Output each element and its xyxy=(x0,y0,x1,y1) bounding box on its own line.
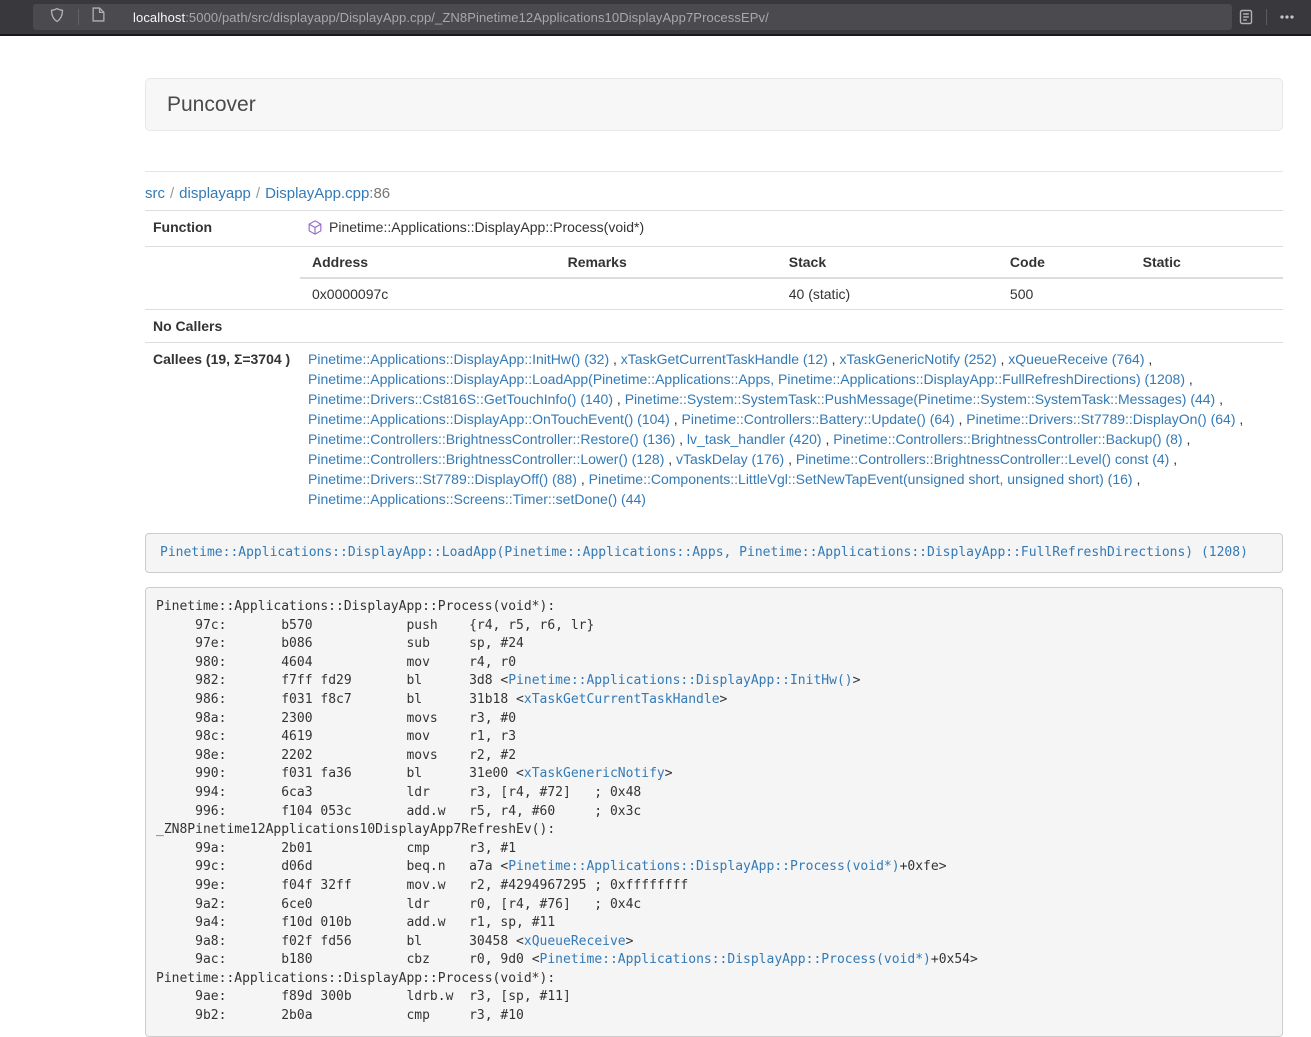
column-header-remarks: Remarks xyxy=(556,247,777,278)
callee-link[interactable]: Pinetime::Applications::DisplayApp::Load… xyxy=(308,371,1185,387)
callers-row: No Callers xyxy=(145,310,1283,343)
callee-link[interactable]: xQueueReceive (764) xyxy=(1008,351,1144,367)
callee-link[interactable]: Pinetime::Controllers::BrightnessControl… xyxy=(308,451,664,467)
function-info-table: Function Pinetime::Applications::Display… xyxy=(145,210,1283,515)
callees-label: Callees (19, Σ=3704 ) xyxy=(145,343,300,516)
stack-value: 40 (static) xyxy=(777,278,998,309)
details-empty-label xyxy=(145,247,300,310)
remarks-value xyxy=(556,278,777,309)
callee-link[interactable]: xTaskGenericNotify (252) xyxy=(839,351,996,367)
tracking-protection-shield-icon[interactable] xyxy=(49,7,65,28)
symbol-link[interactable]: Pinetime::Applications::DisplayApp::Proc… xyxy=(540,952,931,967)
browser-toolbar: localhost:5000/path/src/displayapp/Displ… xyxy=(0,0,1311,36)
column-header-stack: Stack xyxy=(777,247,998,278)
cube-icon xyxy=(308,220,322,240)
page-icon xyxy=(92,7,105,27)
column-header-static: Static xyxy=(1131,247,1283,278)
static-value xyxy=(1131,278,1283,309)
callees-row: Callees (19, Σ=3704 ) Pinetime::Applicat… xyxy=(145,343,1283,516)
code-value: 500 xyxy=(998,278,1131,309)
details-row: Address Remarks Stack Code Static 0x0000… xyxy=(145,247,1283,310)
breadcrumb-link-file[interactable]: DisplayApp.cpp xyxy=(265,185,369,202)
no-callers-label: No Callers xyxy=(145,310,300,343)
callee-link[interactable]: Pinetime::Drivers::Cst816S::GetTouchInfo… xyxy=(308,391,613,407)
symbol-link[interactable]: xTaskGenericNotify xyxy=(524,766,665,781)
callee-link[interactable]: Pinetime::Components::LittleVgl::SetNewT… xyxy=(589,471,1133,487)
column-header-code: Code xyxy=(998,247,1131,278)
reader-mode-button[interactable] xyxy=(1232,4,1260,30)
page-title: Puncover xyxy=(167,93,256,116)
breadcrumb-link-src[interactable]: src xyxy=(145,185,165,202)
callee-link[interactable]: Pinetime::Applications::Screens::Timer::… xyxy=(308,491,646,507)
callee-link[interactable]: Pinetime::Controllers::BrightnessControl… xyxy=(308,431,675,447)
symbol-link[interactable]: Pinetime::Applications::DisplayApp::Proc… xyxy=(508,859,899,874)
url-text: localhost:5000/path/src/displayapp/Displ… xyxy=(133,10,769,25)
callee-link[interactable]: lv_task_handler (420) xyxy=(687,431,822,447)
symbol-link[interactable]: xTaskGetCurrentTaskHandle xyxy=(524,692,720,707)
function-row: Function Pinetime::Applications::Display… xyxy=(145,211,1283,247)
breadcrumb-separator: / xyxy=(251,185,265,202)
overflow-menu-button[interactable] xyxy=(1273,4,1301,30)
callee-link[interactable]: Pinetime::Applications::DisplayApp::OnTo… xyxy=(308,411,670,427)
callees-list: Pinetime::Applications::DisplayApp::Init… xyxy=(300,343,1283,516)
urlbar-divider xyxy=(78,9,79,25)
page-content: Puncover src/displayapp/DisplayApp.cpp:8… xyxy=(145,36,1283,1037)
assembly-listing: Pinetime::Applications::DisplayApp::Proc… xyxy=(145,587,1283,1037)
function-label: Function xyxy=(145,211,300,247)
callee-link[interactable]: Pinetime::Controllers::Battery::Update()… xyxy=(682,411,955,427)
column-header-address: Address xyxy=(300,247,556,278)
table-row: 0x0000097c 40 (static) 500 xyxy=(300,278,1283,309)
url-bar[interactable]: localhost:5000/path/src/displayapp/Displ… xyxy=(33,4,1232,30)
highlighted-callee-link[interactable]: Pinetime::Applications::DisplayApp::Load… xyxy=(160,545,1248,560)
toolbar-divider xyxy=(1266,9,1267,25)
breadcrumb-line-number: :86 xyxy=(369,185,390,202)
breadcrumb: src/displayapp/DisplayApp.cpp:86 xyxy=(145,185,1283,202)
callee-link[interactable]: Pinetime::Applications::DisplayApp::Init… xyxy=(308,351,609,367)
symbol-link[interactable]: xQueueReceive xyxy=(524,934,626,949)
callee-link[interactable]: Pinetime::Controllers::BrightnessControl… xyxy=(796,451,1169,467)
callee-link[interactable]: xTaskGetCurrentTaskHandle (12) xyxy=(621,351,828,367)
callee-link[interactable]: Pinetime::Drivers::St7789::DisplayOff() … xyxy=(308,471,577,487)
address-value: 0x0000097c xyxy=(300,278,556,309)
callee-link[interactable]: Pinetime::Controllers::BrightnessControl… xyxy=(833,431,1182,447)
url-path: :5000/path/src/displayapp/DisplayApp.cpp… xyxy=(185,10,769,25)
breadcrumb-link-displayapp[interactable]: displayapp xyxy=(179,185,251,202)
breadcrumb-separator: / xyxy=(165,185,179,202)
highlighted-callee-panel: Pinetime::Applications::DisplayApp::Load… xyxy=(145,533,1283,573)
callee-link[interactable]: vTaskDelay (176) xyxy=(676,451,784,467)
app-title-panel: Puncover xyxy=(145,78,1283,131)
function-name: Pinetime::Applications::DisplayApp::Proc… xyxy=(329,217,644,237)
header-divider xyxy=(145,171,1283,172)
details-table: Address Remarks Stack Code Static 0x0000… xyxy=(300,247,1283,309)
symbol-link[interactable]: Pinetime::Applications::DisplayApp::Init… xyxy=(508,673,852,688)
url-host: localhost xyxy=(133,10,185,25)
callee-link[interactable]: Pinetime::System::SystemTask::PushMessag… xyxy=(625,391,1216,407)
callee-link[interactable]: Pinetime::Drivers::St7789::DisplayOn() (… xyxy=(966,411,1235,427)
